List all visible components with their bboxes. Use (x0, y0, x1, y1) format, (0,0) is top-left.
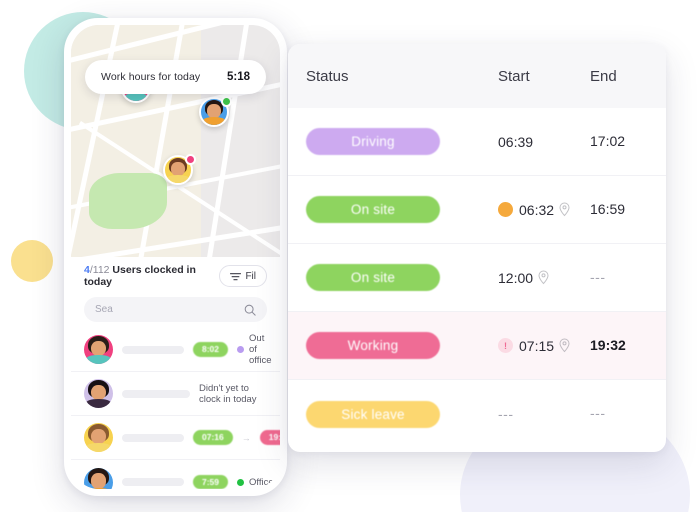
yellow-circle-decoration (11, 240, 53, 282)
user-status-label: Out of office (249, 333, 272, 366)
user-status: Out of office (237, 333, 272, 366)
column-header-start: Start (498, 67, 530, 85)
cell-end: 16:59 (590, 201, 666, 219)
status-dot (237, 478, 245, 486)
break-icon (498, 202, 513, 217)
table-row[interactable]: Driving 06:39 17:02 (288, 108, 666, 176)
status-dot (185, 154, 196, 165)
avatar (84, 423, 113, 452)
cell-start: 12:00 (498, 270, 590, 286)
status-badge: Sick leave (306, 400, 440, 428)
cell-start: 06:39 (498, 134, 590, 150)
avatar (84, 379, 113, 408)
status-dot (221, 96, 232, 107)
arrow-icon: → (241, 432, 251, 443)
screenshot-root: Work hours for today 5:18 4/112 Users cl… (0, 0, 700, 512)
cell-status: Sick leave (288, 400, 498, 428)
user-status: Didn't yet to clock in today (199, 383, 267, 405)
phone-mockup: Work hours for today 5:18 4/112 Users cl… (64, 18, 287, 496)
table-row[interactable]: On site 06:32 16:59 (288, 176, 666, 244)
phone-screen: Work hours for today 5:18 4/112 Users cl… (71, 25, 280, 489)
status-badge: On site (306, 264, 440, 291)
status-badge: On site (306, 196, 440, 223)
user-name-placeholder (122, 389, 190, 398)
filter-button[interactable]: Fil (219, 265, 267, 287)
user-name-placeholder (122, 433, 184, 442)
end-time: --- (590, 405, 606, 421)
status-badge: Driving (306, 128, 440, 155)
start-time: --- (498, 406, 514, 422)
clocked-in-total: 112 (92, 264, 110, 276)
alert-icon: ! (498, 338, 513, 353)
map-park (89, 173, 167, 229)
column-header-end: End (590, 67, 617, 85)
avatar (84, 467, 113, 489)
end-time: 16:59 (590, 200, 626, 217)
table-header-row: Status Start End (288, 44, 666, 108)
cell-end: --- (590, 269, 666, 287)
end-time: 17:02 (590, 132, 626, 149)
table-row[interactable]: Working! 07:15 19:32 (288, 312, 666, 380)
search-icon[interactable] (244, 304, 256, 316)
clocked-in-count-text: 4/112 Users clocked in today (84, 264, 213, 288)
status-dot (237, 346, 245, 353)
user-list: 8:02 Out of office Didn't yet to clock in … (71, 328, 280, 489)
cell-status: Driving (288, 128, 498, 155)
table-row[interactable]: Sick leave --- --- (288, 380, 666, 448)
work-hours-value: 5:18 (226, 71, 250, 83)
map-pin-3[interactable] (163, 154, 196, 185)
user-name-placeholder (122, 478, 184, 486)
location-pin-icon (538, 270, 549, 285)
filter-button-label: Fil (245, 270, 256, 282)
start-time: 12:00 (498, 269, 534, 286)
time-chip: 8:02 (193, 342, 229, 357)
time-chip: 7:59 (193, 474, 229, 489)
user-status: Office (237, 477, 274, 488)
search-input[interactable] (95, 304, 244, 315)
work-hours-label: Work hours for today (101, 71, 201, 83)
list-item[interactable]: 07:16 → 19:32 (71, 416, 280, 460)
cell-end: --- (590, 405, 666, 423)
user-status-label: Didn't yet to clock in today (199, 382, 257, 405)
cell-status: On site (288, 264, 498, 291)
clocked-in-header: 4/112 Users clocked in today Fil (71, 257, 280, 295)
location-pin-icon (559, 338, 570, 353)
list-item[interactable]: 8:02 Out of office (71, 328, 280, 372)
map-pin-2[interactable] (199, 96, 232, 127)
cell-start: ! 07:15 (498, 338, 590, 354)
list-item[interactable]: Didn't yet to clock in today (71, 372, 280, 416)
cell-start: 06:32 (498, 202, 590, 218)
column-header-status: Status (306, 67, 349, 85)
location-pin-icon (559, 202, 570, 217)
cell-start: --- (498, 406, 590, 422)
table-row[interactable]: On site 12:00 --- (288, 244, 666, 312)
table-body: Driving 06:39 17:02 On site 06:32 16:59 On sit… (288, 108, 666, 448)
list-item[interactable]: 7:59 Office (71, 460, 280, 489)
user-status-label: Office (249, 476, 274, 488)
end-time: --- (590, 268, 606, 285)
end-time: 19:32 (590, 336, 626, 353)
time-chip: 19:32 (259, 430, 280, 445)
cell-status: On site (288, 196, 498, 223)
status-badge: Working (306, 332, 440, 359)
filter-icon (230, 272, 242, 280)
timesheet-table-card: Status Start End Driving 06:39 17:02 On sit… (288, 44, 666, 452)
cell-end: 19:32 (590, 337, 666, 355)
avatar (84, 335, 113, 364)
time-chip: 07:16 (193, 430, 233, 445)
cell-status: Working (288, 332, 498, 359)
work-hours-card: Work hours for today 5:18 (85, 60, 266, 94)
search-bar[interactable] (84, 297, 267, 322)
cell-end: 17:02 (590, 133, 666, 151)
start-time: 06:32 (519, 201, 555, 218)
start-time: 07:15 (519, 337, 555, 354)
start-time: 06:39 (498, 133, 534, 150)
user-name-placeholder (122, 345, 184, 354)
